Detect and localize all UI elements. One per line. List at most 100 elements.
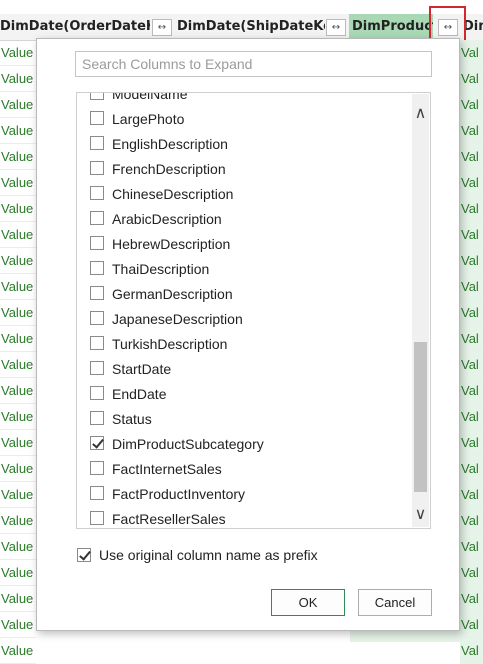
grid-cell[interactable]: Value bbox=[0, 612, 36, 638]
column-checkbox[interactable] bbox=[90, 161, 104, 175]
grid-cell[interactable]: Value bbox=[0, 196, 36, 222]
grid-cell[interactable]: Val bbox=[460, 352, 483, 378]
column-checkbox[interactable] bbox=[90, 436, 104, 450]
column-checkbox[interactable] bbox=[90, 486, 104, 500]
column-option-label: GermanDescription bbox=[112, 286, 233, 302]
column-checkbox[interactable] bbox=[90, 261, 104, 275]
grid-cell[interactable]: Value bbox=[0, 144, 36, 170]
grid-cell[interactable]: Val bbox=[460, 144, 483, 170]
grid-cell[interactable]: Val bbox=[460, 222, 483, 248]
scroll-thumb[interactable] bbox=[414, 342, 427, 492]
grid-cell[interactable]: Val bbox=[460, 560, 483, 586]
column-checkbox[interactable] bbox=[90, 93, 104, 100]
grid-cell[interactable]: Value bbox=[0, 482, 36, 508]
grid-cell[interactable]: Value bbox=[0, 378, 36, 404]
expand-shipdate-icon[interactable]: ↔ bbox=[326, 19, 346, 36]
grid-cell[interactable]: Val bbox=[460, 456, 483, 482]
grid-cell[interactable]: Val bbox=[460, 40, 483, 66]
grid-cell[interactable]: Value bbox=[0, 560, 36, 586]
grid-cell[interactable]: Value bbox=[0, 274, 36, 300]
column-option-label: FactProductInventory bbox=[112, 486, 246, 502]
grid-cell[interactable]: Value bbox=[0, 222, 36, 248]
grid-cell[interactable]: Val bbox=[460, 378, 483, 404]
grid-cell[interactable]: Value bbox=[0, 66, 36, 92]
column-checkbox[interactable] bbox=[90, 136, 104, 150]
grid-cell[interactable]: Value bbox=[0, 248, 36, 274]
grid-cell[interactable]: Value bbox=[0, 456, 36, 482]
grid-cell[interactable]: Value bbox=[0, 534, 36, 560]
column-option-label: TurkishDescription bbox=[112, 336, 228, 352]
grid-cell[interactable]: Value bbox=[0, 300, 36, 326]
grid-cell[interactable]: Value bbox=[0, 430, 36, 456]
grid-cell[interactable]: Val bbox=[460, 118, 483, 144]
grid-cell[interactable]: Value bbox=[0, 118, 36, 144]
grid-cell[interactable]: Value bbox=[0, 404, 36, 430]
column-checkbox[interactable] bbox=[90, 236, 104, 250]
grid-cell[interactable]: Val bbox=[460, 404, 483, 430]
grid-cell[interactable]: Value bbox=[0, 170, 36, 196]
column-checkbox[interactable] bbox=[90, 461, 104, 475]
column-option-label: JapaneseDescription bbox=[112, 311, 243, 327]
column-checkbox[interactable] bbox=[90, 211, 104, 225]
column-option-label: DimProductSubcategory bbox=[112, 436, 264, 452]
column-header-orderdate[interactable]: DimDate(OrderDateKey) bbox=[0, 14, 150, 40]
grid-cell[interactable]: Val bbox=[460, 612, 483, 638]
column-option-label: LargePhoto bbox=[112, 111, 185, 127]
grid-cell[interactable]: Val bbox=[460, 534, 483, 560]
grid-cell[interactable]: Value bbox=[0, 508, 36, 534]
grid-cell[interactable]: Value bbox=[0, 586, 36, 612]
cancel-button[interactable]: Cancel bbox=[358, 589, 432, 616]
column-checkbox[interactable] bbox=[90, 336, 104, 350]
search-columns-input[interactable]: Search Columns to Expand bbox=[75, 51, 432, 77]
list-scrollbar[interactable]: ∧ ∨ bbox=[412, 94, 429, 527]
grid-right-column: Val Val Val Val Val Val Val Val Val Val Val Val Val V… bbox=[460, 40, 483, 664]
column-option-label: ChineseDescription bbox=[112, 186, 234, 202]
grid-cell[interactable]: Value bbox=[0, 92, 36, 118]
grid-cell[interactable]: Val bbox=[460, 248, 483, 274]
column-header-next[interactable]: Dim bbox=[463, 14, 483, 40]
scroll-up-icon[interactable]: ∧ bbox=[412, 106, 429, 122]
prefix-checkbox[interactable] bbox=[77, 548, 91, 562]
column-list[interactable]: FactResellerSales FactProductInventory Fac… bbox=[76, 92, 431, 529]
column-option-label: ModelName bbox=[112, 92, 188, 102]
column-option-label: FactResellerSales bbox=[112, 511, 226, 527]
column-option-label: EndDate bbox=[112, 386, 167, 402]
grid-cell[interactable]: Val bbox=[460, 196, 483, 222]
grid-cell[interactable]: Val bbox=[460, 482, 483, 508]
grid-cell[interactable]: Val bbox=[460, 508, 483, 534]
column-checkbox[interactable] bbox=[90, 411, 104, 425]
grid-cell[interactable]: Val bbox=[460, 274, 483, 300]
grid-cell[interactable]: Val bbox=[460, 66, 483, 92]
scroll-down-icon[interactable]: ∨ bbox=[412, 507, 429, 523]
column-checkbox[interactable] bbox=[90, 286, 104, 300]
grid-cell[interactable]: Val bbox=[460, 170, 483, 196]
column-option-label: FrenchDescription bbox=[112, 161, 226, 177]
column-option-label: ThaiDescription bbox=[112, 261, 210, 277]
column-checkbox[interactable] bbox=[90, 311, 104, 325]
column-checkbox[interactable] bbox=[90, 386, 104, 400]
grid-cell[interactable]: Value bbox=[0, 40, 36, 66]
column-option-label: EnglishDescription bbox=[112, 136, 228, 152]
column-checkbox[interactable] bbox=[90, 186, 104, 200]
grid-cell[interactable]: Val bbox=[460, 326, 483, 352]
ok-button[interactable]: OK bbox=[271, 589, 345, 616]
grid-cell[interactable]: Value bbox=[0, 352, 36, 378]
column-checkbox[interactable] bbox=[90, 511, 104, 525]
column-option-label: Status bbox=[112, 411, 152, 427]
column-header-dimproduct[interactable]: DimProduct bbox=[349, 14, 433, 40]
column-checkbox[interactable] bbox=[90, 111, 104, 125]
column-checkbox[interactable] bbox=[90, 361, 104, 375]
grid-cell[interactable]: Value bbox=[0, 326, 36, 352]
expand-columns-dialog: Search Columns to Expand FactResellerSal… bbox=[36, 38, 460, 631]
column-header-shipdate[interactable]: DimDate(ShipDateKey) bbox=[177, 14, 325, 40]
grid-cell[interactable]: Val bbox=[460, 300, 483, 326]
column-option-label: HebrewDescription bbox=[112, 236, 231, 252]
column-option-label: ArabicDescription bbox=[112, 211, 222, 227]
column-option-label: StartDate bbox=[112, 361, 172, 377]
prefix-label: Use original column name as prefix bbox=[99, 547, 318, 563]
grid-cell[interactable]: Val bbox=[460, 430, 483, 456]
grid-cell[interactable]: Val bbox=[460, 92, 483, 118]
grid-cell[interactable]: Val bbox=[460, 586, 483, 612]
column-option-label: FactInternetSales bbox=[112, 461, 222, 477]
expand-orderdate-icon[interactable]: ↔ bbox=[152, 19, 172, 36]
